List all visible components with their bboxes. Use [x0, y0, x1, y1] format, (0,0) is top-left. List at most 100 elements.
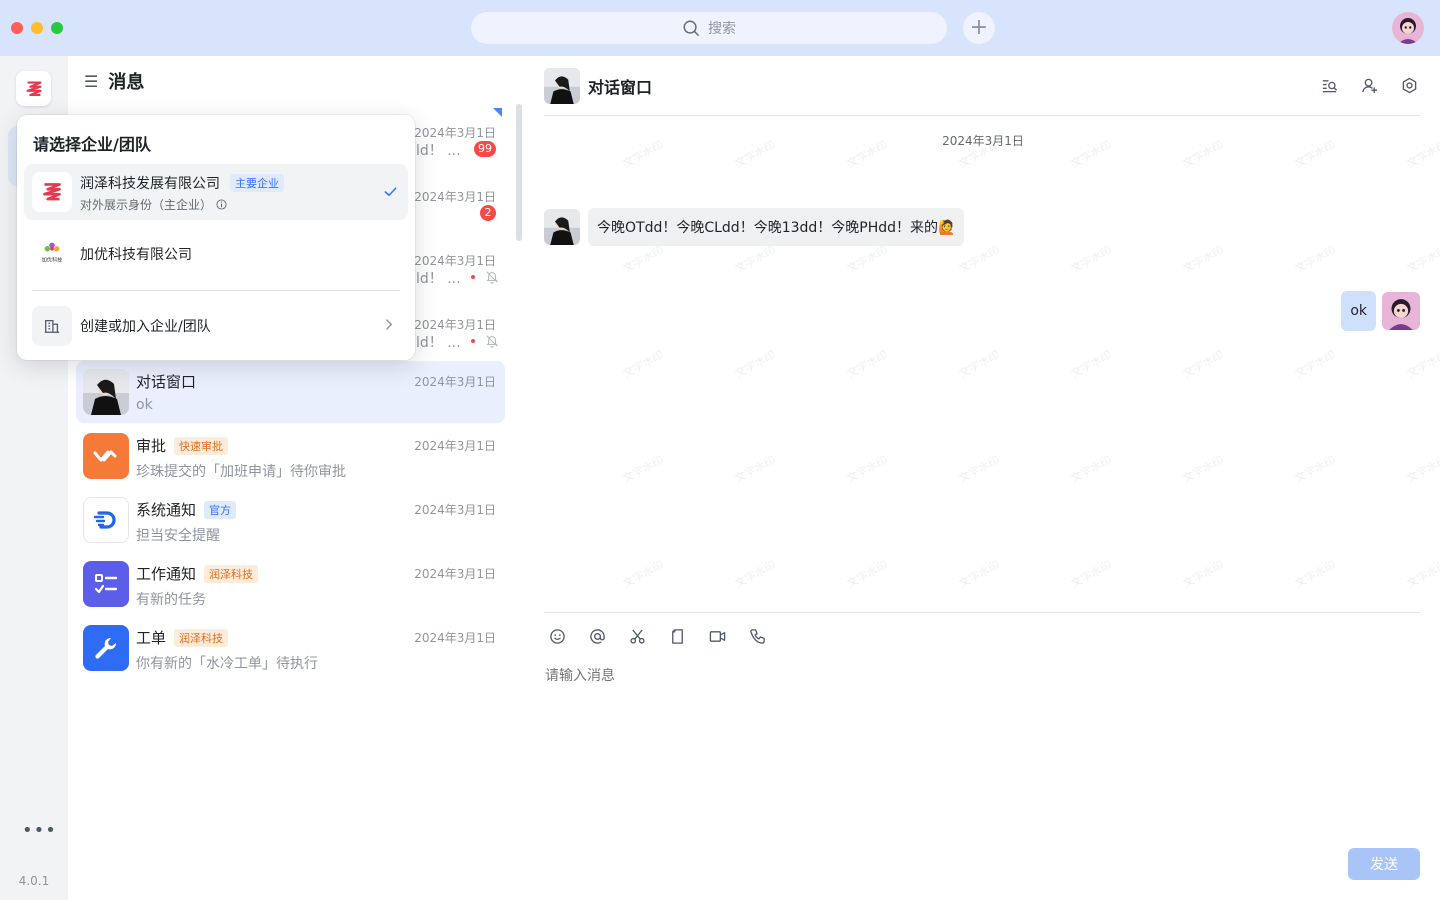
watermark-text: 文字水印	[844, 243, 890, 276]
list-item-work[interactable]: 工作通知 润泽科技 有新的任务 2024年3月1日	[76, 553, 505, 615]
list-item-dialog[interactable]: 对话窗口 ok 2024年3月1日	[76, 361, 505, 423]
item-time: 2024年3月1日	[414, 375, 496, 389]
unread-badge: 99	[474, 141, 496, 157]
create-join-label: 创建或加入企业/团队	[80, 319, 211, 335]
maximize-window-button[interactable]	[51, 22, 63, 34]
composer-toolbar	[548, 627, 766, 645]
item-name: 审批 快速审批	[136, 435, 229, 456]
watermark-text: 文字水印	[1068, 558, 1114, 591]
date-separator: 2024年3月1日	[942, 134, 1024, 148]
item-preview: 有新的任务	[136, 592, 206, 608]
approval-icon	[83, 433, 129, 479]
plus-icon[interactable]: +	[963, 12, 995, 44]
phone-icon[interactable]	[748, 627, 766, 645]
video-icon[interactable]	[708, 627, 726, 645]
watermark-text: 文字水印	[1404, 453, 1440, 486]
mute-icon	[486, 335, 498, 348]
watermark-text: 文字水印	[732, 243, 778, 276]
scissors-icon[interactable]	[628, 627, 646, 645]
org-option-runze[interactable]: 润泽科技发展有限公司 主要企业 对外展示身份（主企业）	[24, 164, 408, 220]
item-time: 2024年3月1日	[414, 503, 496, 517]
item-tag: 润泽科技	[204, 564, 259, 583]
org-name: 加优科技有限公司	[80, 247, 192, 263]
create-join-org-button[interactable]: 创建或加入企业/团队	[24, 298, 408, 354]
chat-avatar[interactable]	[544, 68, 580, 104]
svg-text:加优科技: 加优科技	[42, 257, 62, 264]
item-time: 2024年3月1日	[414, 318, 496, 332]
close-window-button[interactable]	[11, 22, 23, 34]
list-scrollbar[interactable]	[516, 104, 522, 241]
item-tag: 官方	[204, 500, 237, 519]
message-bubble[interactable]: ok	[1341, 291, 1376, 331]
item-tag: 快速审批	[174, 436, 229, 455]
watermark-text: 文字水印	[1292, 348, 1338, 381]
watermark-text: 文字水印	[1404, 558, 1440, 591]
list-item-system[interactable]: 系统通知 官方 担当安全提醒 2024年3月1日	[76, 489, 505, 551]
emoji-icon[interactable]	[548, 627, 566, 645]
runze-logo-icon	[25, 80, 42, 96]
unread-dot	[471, 275, 475, 279]
chat-panel: 对话窗口 文字水印 文字水印 文字水印 文字水印 文字水印 文字水印 文字水印 文字水印 文字水…	[526, 56, 1440, 900]
message-incoming: 今晚OTdd！今晚CLdd！今晚13dd！今晚PHdd！来的🙋	[544, 208, 965, 246]
watermark-text: 文字水印	[1404, 348, 1440, 381]
list-item-approval[interactable]: 审批 快速审批 珍珠提交的「加班申请」待你审批 2024年3月1日	[76, 425, 505, 487]
item-preview: 你有新的「水冷工单」待执行	[136, 656, 318, 672]
send-button[interactable]: 发送	[1348, 848, 1420, 880]
runze-logo-icon	[32, 172, 72, 212]
item-preview: ld！ ...	[416, 271, 461, 287]
item-time: 2024年3月1日	[414, 439, 496, 453]
list-item-ticket[interactable]: 工单 润泽科技 你有新的「水冷工单」待执行 2024年3月1日	[76, 617, 505, 679]
item-time: 2024年3月1日	[414, 254, 496, 268]
list-title: 消息	[108, 72, 145, 93]
watermark-text: 文字水印	[1292, 243, 1338, 276]
item-name: 工作通知 润泽科技	[136, 563, 259, 584]
watermark-text: 文字水印	[620, 453, 666, 486]
title-bar: 搜索 +	[0, 0, 1440, 56]
org-switcher-dropdown: 请选择企业/团队 润泽科技发展有限公司 主要企业 对外展示身份（主企业） 加优科…	[17, 115, 415, 360]
system-notice-icon	[83, 497, 129, 543]
minimize-window-button[interactable]	[31, 22, 43, 34]
jiayou-logo-icon: 加优科技	[32, 233, 72, 273]
org-name: 润泽科技发展有限公司 主要企业	[80, 173, 284, 193]
item-name: 系统通知 官方	[136, 499, 237, 520]
message-input[interactable]	[545, 668, 1405, 684]
org-logo-button[interactable]	[16, 71, 51, 106]
watermark-text: 文字水印	[956, 243, 1002, 276]
watermark-text: 文字水印	[956, 453, 1002, 486]
user-avatar[interactable]	[1392, 12, 1424, 44]
search-bar[interactable]: 搜索	[471, 12, 947, 44]
item-time: 2024年3月1日	[414, 190, 496, 204]
message-outgoing: ok	[1341, 291, 1420, 331]
watermark-text: 文字水印	[844, 453, 890, 486]
org-option-jiayou[interactable]: 加优科技 加优科技有限公司	[24, 225, 408, 281]
watermark-text: 文字水印	[732, 348, 778, 381]
app-version: 4.0.1	[18, 874, 50, 888]
check-icon	[383, 184, 398, 203]
watermark-text: 文字水印	[1068, 243, 1114, 276]
search-icon	[683, 20, 699, 36]
item-time: 2024年3月1日	[414, 631, 496, 645]
file-icon[interactable]	[668, 627, 686, 645]
item-name: 对话窗口	[136, 373, 197, 391]
work-notice-icon	[83, 561, 129, 607]
watermark-text: 文字水印	[732, 453, 778, 486]
list-header: ☰ 消息	[84, 68, 144, 94]
info-icon[interactable]	[216, 199, 227, 210]
chat-header-actions	[1320, 76, 1418, 94]
menu-icon[interactable]: ☰	[84, 72, 98, 91]
divider	[32, 290, 400, 291]
sender-avatar[interactable]	[544, 209, 580, 245]
more-icon[interactable]: •••	[22, 820, 56, 841]
item-time: 2024年3月1日	[414, 126, 496, 140]
dropdown-title: 请选择企业/团队	[33, 135, 151, 154]
add-member-icon[interactable]	[1360, 76, 1378, 94]
my-avatar[interactable]	[1382, 292, 1420, 330]
chat-title: 对话窗口	[588, 78, 653, 97]
watermark-text: 文字水印	[844, 348, 890, 381]
gear-icon[interactable]	[1400, 76, 1418, 94]
unread-badge: 2	[480, 205, 496, 221]
message-bubble[interactable]: 今晚OTdd！今晚CLdd！今晚13dd！今晚PHdd！来的🙋	[588, 208, 965, 246]
watermark-text: 文字水印	[1068, 453, 1114, 486]
chat-search-icon[interactable]	[1320, 76, 1338, 94]
at-icon[interactable]	[588, 627, 606, 645]
